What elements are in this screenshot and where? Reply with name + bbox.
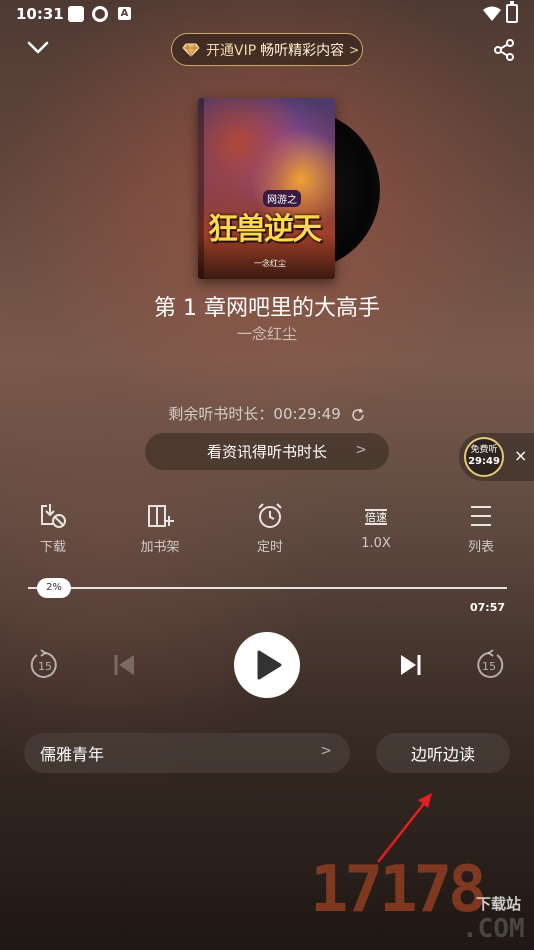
voice-arrow: >: [320, 743, 332, 759]
free-listen-time: 29:49: [468, 456, 500, 467]
play-button[interactable]: [234, 632, 300, 698]
watermark-small-text: 下载站: [476, 895, 522, 913]
timer-label: 定时: [256, 540, 283, 555]
list-label: 列表: [467, 540, 494, 555]
free-listen-label: 免费听: [470, 445, 498, 455]
chapter-list-button[interactable]: 列表: [446, 502, 516, 555]
speed-button[interactable]: 倍速 1.0X: [341, 502, 411, 551]
chapter-title: 第 1 章网吧里的大高手: [154, 296, 380, 321]
speed-icon-text: 倍速: [365, 510, 387, 524]
forward-15-icon[interactable]: 15: [472, 648, 506, 682]
notification-a-icon: A: [118, 7, 131, 20]
earn-listen-time-button[interactable]: 看资讯得听书时长 >: [145, 433, 389, 470]
vip-subtitle: 畅听精彩内容: [260, 42, 345, 59]
play-icon: [257, 650, 282, 680]
book-cover[interactable]: 网游之 狂兽逆天 一念红尘: [198, 98, 335, 279]
rewind-seconds: 15: [38, 660, 52, 673]
download-label: 下载: [39, 540, 66, 555]
add-bookshelf-button[interactable]: 加书架: [125, 502, 195, 555]
voice-name: 儒雅青年: [40, 745, 105, 764]
forward-seconds: 15: [482, 660, 496, 673]
author-name[interactable]: 一念红尘: [0, 323, 534, 344]
remaining-listen-time: 剩余听书时长：00:29:49: [0, 403, 534, 424]
notification-square-icon: [68, 6, 84, 22]
close-icon[interactable]: ×: [514, 446, 527, 465]
progress-thumb[interactable]: 2%: [37, 578, 71, 598]
vip-promo-button[interactable]: 开通VIP 畅听精彩内容 >: [171, 33, 363, 66]
rewind-15-icon[interactable]: 15: [28, 648, 62, 682]
previous-chapter-icon[interactable]: [112, 652, 138, 678]
vip-label: 开通VIP: [206, 42, 257, 59]
timer-button[interactable]: 定时: [235, 502, 305, 555]
wifi-icon: [483, 6, 501, 21]
speed-label: 1.0X: [361, 536, 391, 551]
diamond-icon: [182, 43, 200, 57]
progress-track[interactable]: [28, 587, 507, 589]
add-bookshelf-icon: [148, 505, 174, 527]
share-icon[interactable]: [492, 38, 516, 62]
cover-title: 狂兽逆天: [208, 212, 322, 247]
free-listen-badge[interactable]: 免费听 29:49: [464, 437, 504, 477]
cover-spine: [198, 98, 204, 279]
status-bar: 10:31 A: [0, 0, 534, 28]
alarm-clock-icon: [258, 503, 282, 528]
list-icon: [471, 506, 491, 526]
cover-author: 一念红尘: [254, 259, 286, 268]
next-chapter-icon[interactable]: [397, 652, 423, 678]
earn-button-label: 看资讯得听书时长: [206, 443, 327, 461]
earn-arrow: >: [355, 442, 367, 458]
collapse-chevron-down-icon[interactable]: [26, 40, 50, 56]
refresh-icon[interactable]: [350, 407, 366, 423]
voice-select-button[interactable]: 儒雅青年 >: [24, 733, 350, 773]
free-listen-widget[interactable]: 免费听 29:49 ×: [459, 433, 534, 481]
remaining-label: 剩余听书时长：: [168, 405, 274, 423]
speed-icon: 倍速: [365, 509, 387, 525]
remaining-time: 00:29:49: [273, 405, 341, 423]
add-bookshelf-label: 加书架: [140, 540, 180, 555]
battery-icon: [506, 1, 518, 23]
notification-aperture-icon: [92, 6, 108, 22]
watermark-com-text: .COM: [462, 914, 525, 944]
status-time: 10:31: [16, 5, 64, 23]
download-button[interactable]: 下载: [18, 502, 88, 555]
total-duration: 07:57: [470, 601, 506, 614]
vip-arrow: >: [349, 42, 360, 57]
download-icon: [41, 504, 66, 528]
listen-and-read-button[interactable]: 边听边读: [376, 733, 510, 773]
watermark-logo: 17178: [310, 853, 487, 927]
